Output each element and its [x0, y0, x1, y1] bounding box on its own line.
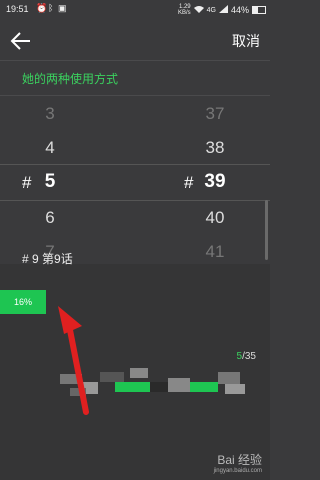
selection-line-bottom: [0, 200, 270, 201]
picker-option[interactable]: 41: [195, 242, 235, 262]
scrollbar[interactable]: [265, 200, 268, 260]
cancel-button[interactable]: 取消: [232, 31, 260, 51]
app-notification-icon: ▣: [58, 3, 67, 13]
battery-text: 44%: [230, 5, 249, 15]
network-speed: 1.29 KB/s: [177, 4, 191, 16]
annotation-arrow: [50, 300, 110, 420]
page-count-total: /35: [242, 351, 256, 362]
picker-option[interactable]: 38: [195, 138, 235, 158]
bluetooth-icon: ᛒ: [48, 3, 54, 13]
page-count: 5/35: [237, 351, 256, 362]
picker-selected-option[interactable]: 39: [195, 171, 235, 193]
network-type: 4G: [206, 6, 216, 14]
top-bar: 取消: [0, 20, 270, 60]
alarm-icon: ⏰: [36, 3, 48, 13]
title-divider: [0, 95, 270, 96]
watermark: Bai 经验 jingyan.baidu.com: [214, 451, 262, 474]
picker-selected-option[interactable]: 5: [30, 171, 70, 193]
chapter-label: # 9 第9话: [22, 252, 73, 266]
header-divider: [0, 60, 270, 61]
watermark-main: Bai 经验: [217, 453, 262, 467]
battery-icon: [252, 6, 266, 14]
picker-hash-right: #: [184, 173, 194, 192]
picker-option[interactable]: 3: [30, 104, 70, 124]
watermark-sub: jingyan.baidu.com: [213, 468, 262, 474]
picker-option[interactable]: 40: [195, 208, 235, 228]
signal-icon: [218, 5, 228, 15]
number-picker[interactable]: 3 4 5 6 7 # 37 38 39 40 41 #: [0, 98, 270, 264]
selection-line-top: [0, 164, 270, 165]
progress-badge: 16%: [0, 290, 46, 314]
status-bar: 19:51 ⏰ ᛒ ▣ 1.29 KB/s 4G 44%: [0, 0, 270, 20]
picker-option[interactable]: 6: [30, 208, 70, 228]
status-time: 19:51: [6, 4, 29, 14]
picker-option[interactable]: 37: [195, 104, 235, 124]
selection-title: 她的两种使用方式: [22, 72, 119, 86]
status-right: 1.29 KB/s 4G 44%: [178, 4, 266, 16]
wifi-icon: [193, 5, 204, 15]
back-arrow-icon[interactable]: [8, 28, 34, 54]
picker-hash-left: #: [22, 173, 32, 192]
picker-option[interactable]: 4: [30, 138, 70, 158]
